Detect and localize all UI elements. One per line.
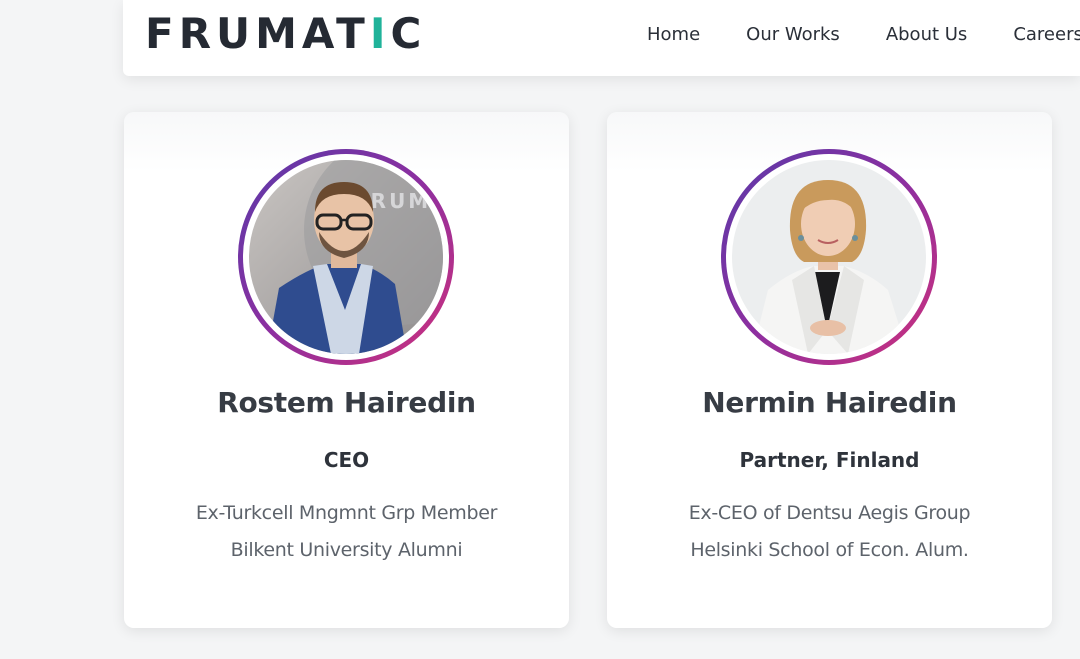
member-name: Nermin Hairedin xyxy=(702,386,957,419)
logo-text-main: FRUMAT xyxy=(145,9,370,58)
frumatic-logo[interactable]: FRUMATIC xyxy=(145,8,426,60)
avatar-photo-nermin xyxy=(732,160,926,354)
nav-home[interactable]: Home xyxy=(647,22,700,48)
member-role: Partner, Finland xyxy=(739,448,920,472)
avatar-ring: FRUM xyxy=(238,149,454,365)
portrait-woman-image xyxy=(732,160,926,354)
portrait-man-image: FRUM xyxy=(249,160,443,354)
member-name: Rostem Hairedin xyxy=(217,386,476,419)
nav-about-us[interactable]: About Us xyxy=(886,22,968,48)
avatar-photo-rostem: FRUM xyxy=(249,160,443,354)
member-role: CEO xyxy=(323,448,370,472)
main-nav: Home Our Works About Us Careers xyxy=(647,22,1080,48)
nav-our-works[interactable]: Our Works xyxy=(746,22,840,48)
team-card-nermin: Nermin Hairedin Partner, Finland Ex-CEO … xyxy=(607,112,1052,628)
nav-careers[interactable]: Careers xyxy=(1013,22,1080,48)
logo-text-accent: I xyxy=(369,9,391,58)
avatar-ring xyxy=(721,149,937,365)
site-header: FRUMATIC Home Our Works About Us Careers xyxy=(123,0,1080,76)
member-bio-line-2: Bilkent University Alumni xyxy=(230,539,463,561)
logo-text-tail: C xyxy=(390,9,427,58)
member-bio-line-1: Ex-CEO of Dentsu Aegis Group xyxy=(688,502,971,524)
member-bio-line-1: Ex-Turkcell Mngmnt Grp Member xyxy=(195,502,498,524)
member-bio-line-2: Helsinki School of Econ. Alum. xyxy=(690,539,969,561)
team-card-rostem: FRUM Rostem Hairedin CEO Ex-Turkcell Mng… xyxy=(124,112,569,628)
